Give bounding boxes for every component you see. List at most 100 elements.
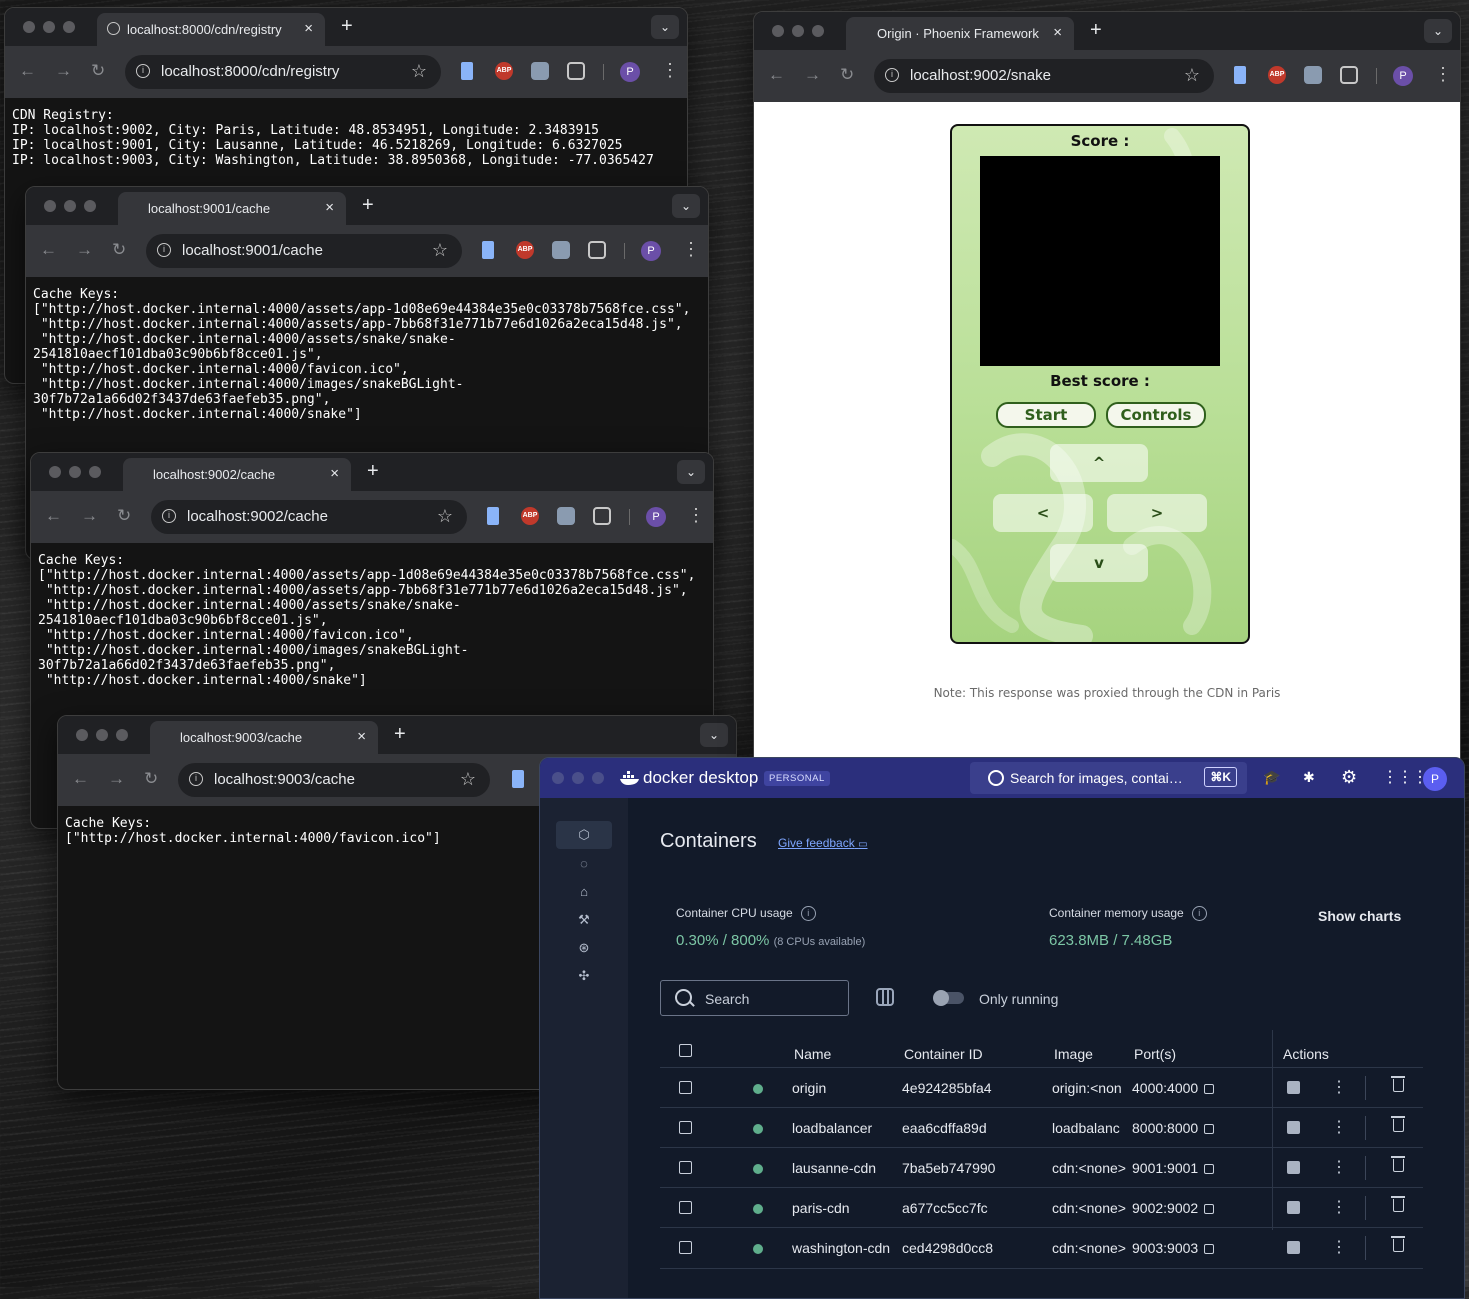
tab-registry[interactable]: localhost:8000/cdn/registry × bbox=[97, 13, 325, 46]
browser-menu-icon[interactable]: ⋮ bbox=[1434, 64, 1452, 85]
close-tab-icon[interactable]: × bbox=[304, 20, 313, 37]
tab-cache-9001[interactable]: localhost:9001/cache × bbox=[118, 192, 346, 225]
new-tab-button[interactable]: + bbox=[341, 15, 353, 38]
extension-icon[interactable] bbox=[552, 241, 570, 259]
tab-cache-9003[interactable]: localhost:9003/cache × bbox=[150, 721, 378, 754]
tab-snake[interactable]: Origin · Phoenix Framework × bbox=[846, 17, 1074, 50]
window-controls[interactable] bbox=[552, 772, 604, 784]
container-ports-link[interactable]: 9003:9003 bbox=[1132, 1240, 1215, 1256]
row-checkbox[interactable] bbox=[679, 1241, 692, 1254]
window-controls[interactable] bbox=[23, 21, 75, 33]
extensions-puzzle-icon[interactable]: ✣ bbox=[576, 968, 592, 984]
tab-search-button[interactable]: ⌄ bbox=[672, 194, 700, 218]
close-tab-icon[interactable]: × bbox=[330, 465, 339, 482]
profile-avatar[interactable]: P bbox=[646, 507, 666, 527]
stop-button[interactable] bbox=[1287, 1121, 1300, 1134]
up-button[interactable]: ^ bbox=[1050, 444, 1148, 482]
adblock-plus-icon[interactable]: ABP bbox=[1268, 66, 1286, 84]
right-button[interactable]: > bbox=[1107, 494, 1207, 532]
controls-button[interactable]: Controls bbox=[1106, 402, 1206, 428]
new-tab-button[interactable]: + bbox=[367, 460, 379, 483]
table-row[interactable]: loadbalancer eaa6cdffa89d loadbalanc 800… bbox=[660, 1107, 1423, 1148]
back-icon[interactable]: ← bbox=[768, 65, 785, 85]
container-search-input[interactable]: Search bbox=[660, 980, 849, 1016]
browser-menu-icon[interactable]: ⋮ bbox=[682, 239, 700, 260]
select-all-checkbox[interactable] bbox=[679, 1044, 692, 1057]
extensions-puzzle-icon[interactable] bbox=[588, 241, 606, 259]
delete-trash-icon[interactable] bbox=[1391, 1116, 1405, 1132]
container-ports-link[interactable]: 8000:8000 bbox=[1132, 1120, 1215, 1136]
window-controls[interactable] bbox=[76, 729, 128, 741]
reload-icon[interactable]: ↻ bbox=[840, 65, 854, 85]
container-name-link[interactable]: loadbalancer bbox=[792, 1120, 872, 1136]
troubleshoot-bug-icon[interactable]: ✱ bbox=[1303, 769, 1319, 785]
start-button[interactable]: Start bbox=[996, 402, 1096, 428]
forward-icon[interactable]: → bbox=[81, 506, 98, 526]
more-actions-icon[interactable]: ⋮ bbox=[1331, 1117, 1347, 1137]
tab-search-button[interactable]: ⌄ bbox=[700, 723, 728, 747]
row-checkbox[interactable] bbox=[679, 1081, 692, 1094]
apps-grid-icon[interactable]: ⋮⋮⋮ bbox=[1382, 767, 1428, 787]
site-info-icon[interactable]: i bbox=[885, 68, 899, 82]
profile-avatar[interactable]: P bbox=[641, 241, 661, 261]
back-icon[interactable]: ← bbox=[45, 506, 62, 526]
more-actions-icon[interactable]: ⋮ bbox=[1331, 1077, 1347, 1097]
reload-icon[interactable]: ↻ bbox=[91, 61, 105, 81]
extensions-puzzle-icon[interactable] bbox=[567, 62, 585, 80]
window-controls[interactable] bbox=[44, 200, 96, 212]
new-tab-button[interactable]: + bbox=[1090, 19, 1102, 42]
extensions-puzzle-icon[interactable] bbox=[1340, 66, 1358, 84]
extension-icon[interactable] bbox=[482, 241, 494, 259]
info-icon[interactable]: i bbox=[800, 906, 816, 922]
show-charts-button[interactable]: Show charts bbox=[1318, 908, 1401, 924]
profile-avatar[interactable]: P bbox=[620, 62, 640, 82]
forward-icon[interactable]: → bbox=[804, 65, 821, 85]
container-name-link[interactable]: washington-cdn bbox=[792, 1240, 890, 1256]
extension-icon[interactable] bbox=[557, 507, 575, 525]
column-header-image[interactable]: Image bbox=[1054, 1046, 1093, 1062]
delete-trash-icon[interactable] bbox=[1391, 1076, 1405, 1092]
address-bar[interactable]: i localhost:8000/cdn/registry ☆ bbox=[125, 55, 441, 89]
extension-icon[interactable] bbox=[531, 62, 549, 80]
container-name-link[interactable]: origin bbox=[792, 1080, 826, 1096]
table-row[interactable]: origin 4e924285bfa4 origin:<non 4000:400… bbox=[660, 1067, 1423, 1108]
bookmark-star-icon[interactable]: ☆ bbox=[437, 506, 453, 527]
window-controls[interactable] bbox=[772, 25, 824, 37]
forward-icon[interactable]: → bbox=[108, 769, 125, 789]
browser-menu-icon[interactable]: ⋮ bbox=[661, 60, 679, 81]
column-header-name[interactable]: Name bbox=[794, 1046, 831, 1062]
container-ports-link[interactable]: 4000:4000 bbox=[1132, 1080, 1215, 1096]
close-tab-icon[interactable]: × bbox=[357, 728, 366, 745]
bookmark-star-icon[interactable]: ☆ bbox=[1184, 65, 1200, 86]
container-name-link[interactable]: paris-cdn bbox=[792, 1200, 850, 1216]
reload-icon[interactable]: ↻ bbox=[144, 769, 158, 789]
delete-trash-icon[interactable] bbox=[1391, 1196, 1405, 1212]
info-icon[interactable]: i bbox=[1191, 906, 1207, 922]
tab-cache-9002[interactable]: localhost:9002/cache × bbox=[123, 458, 351, 491]
bookmark-star-icon[interactable]: ☆ bbox=[432, 240, 448, 261]
site-info-icon[interactable]: i bbox=[162, 509, 176, 523]
container-ports-link[interactable]: 9001:9001 bbox=[1132, 1160, 1215, 1176]
global-search[interactable]: Search for images, contai… ⌘K bbox=[970, 762, 1247, 794]
extension-icon[interactable] bbox=[487, 507, 499, 525]
more-actions-icon[interactable]: ⋮ bbox=[1331, 1237, 1347, 1257]
address-bar[interactable]: i localhost:9002/cache ☆ bbox=[151, 500, 467, 534]
left-button[interactable]: < bbox=[993, 494, 1093, 532]
builds-wrench-icon[interactable]: ⚒ bbox=[576, 912, 592, 928]
site-info-icon[interactable]: i bbox=[136, 64, 150, 78]
address-bar[interactable]: i localhost:9002/snake ☆ bbox=[874, 59, 1214, 93]
table-row[interactable]: paris-cdn a677cc5cc7fc cdn:<none> 9002:9… bbox=[660, 1187, 1423, 1228]
extension-icon[interactable] bbox=[1234, 66, 1246, 84]
stop-button[interactable] bbox=[1287, 1081, 1300, 1094]
browser-menu-icon[interactable]: ⋮ bbox=[687, 505, 705, 526]
learning-center-icon[interactable]: 🎓 bbox=[1263, 769, 1280, 785]
container-name-link[interactable]: lausanne-cdn bbox=[792, 1160, 876, 1176]
close-tab-icon[interactable]: × bbox=[325, 199, 334, 216]
down-button[interactable]: v bbox=[1050, 544, 1148, 582]
bookmark-star-icon[interactable]: ☆ bbox=[460, 769, 476, 790]
table-row[interactable]: lausanne-cdn 7ba5eb747990 cdn:<none> 900… bbox=[660, 1147, 1423, 1188]
tab-search-button[interactable]: ⌄ bbox=[651, 15, 679, 39]
reload-icon[interactable]: ↻ bbox=[117, 506, 131, 526]
adblock-plus-icon[interactable]: ABP bbox=[516, 241, 534, 259]
volumes-icon[interactable]: ⌂ bbox=[576, 884, 592, 900]
